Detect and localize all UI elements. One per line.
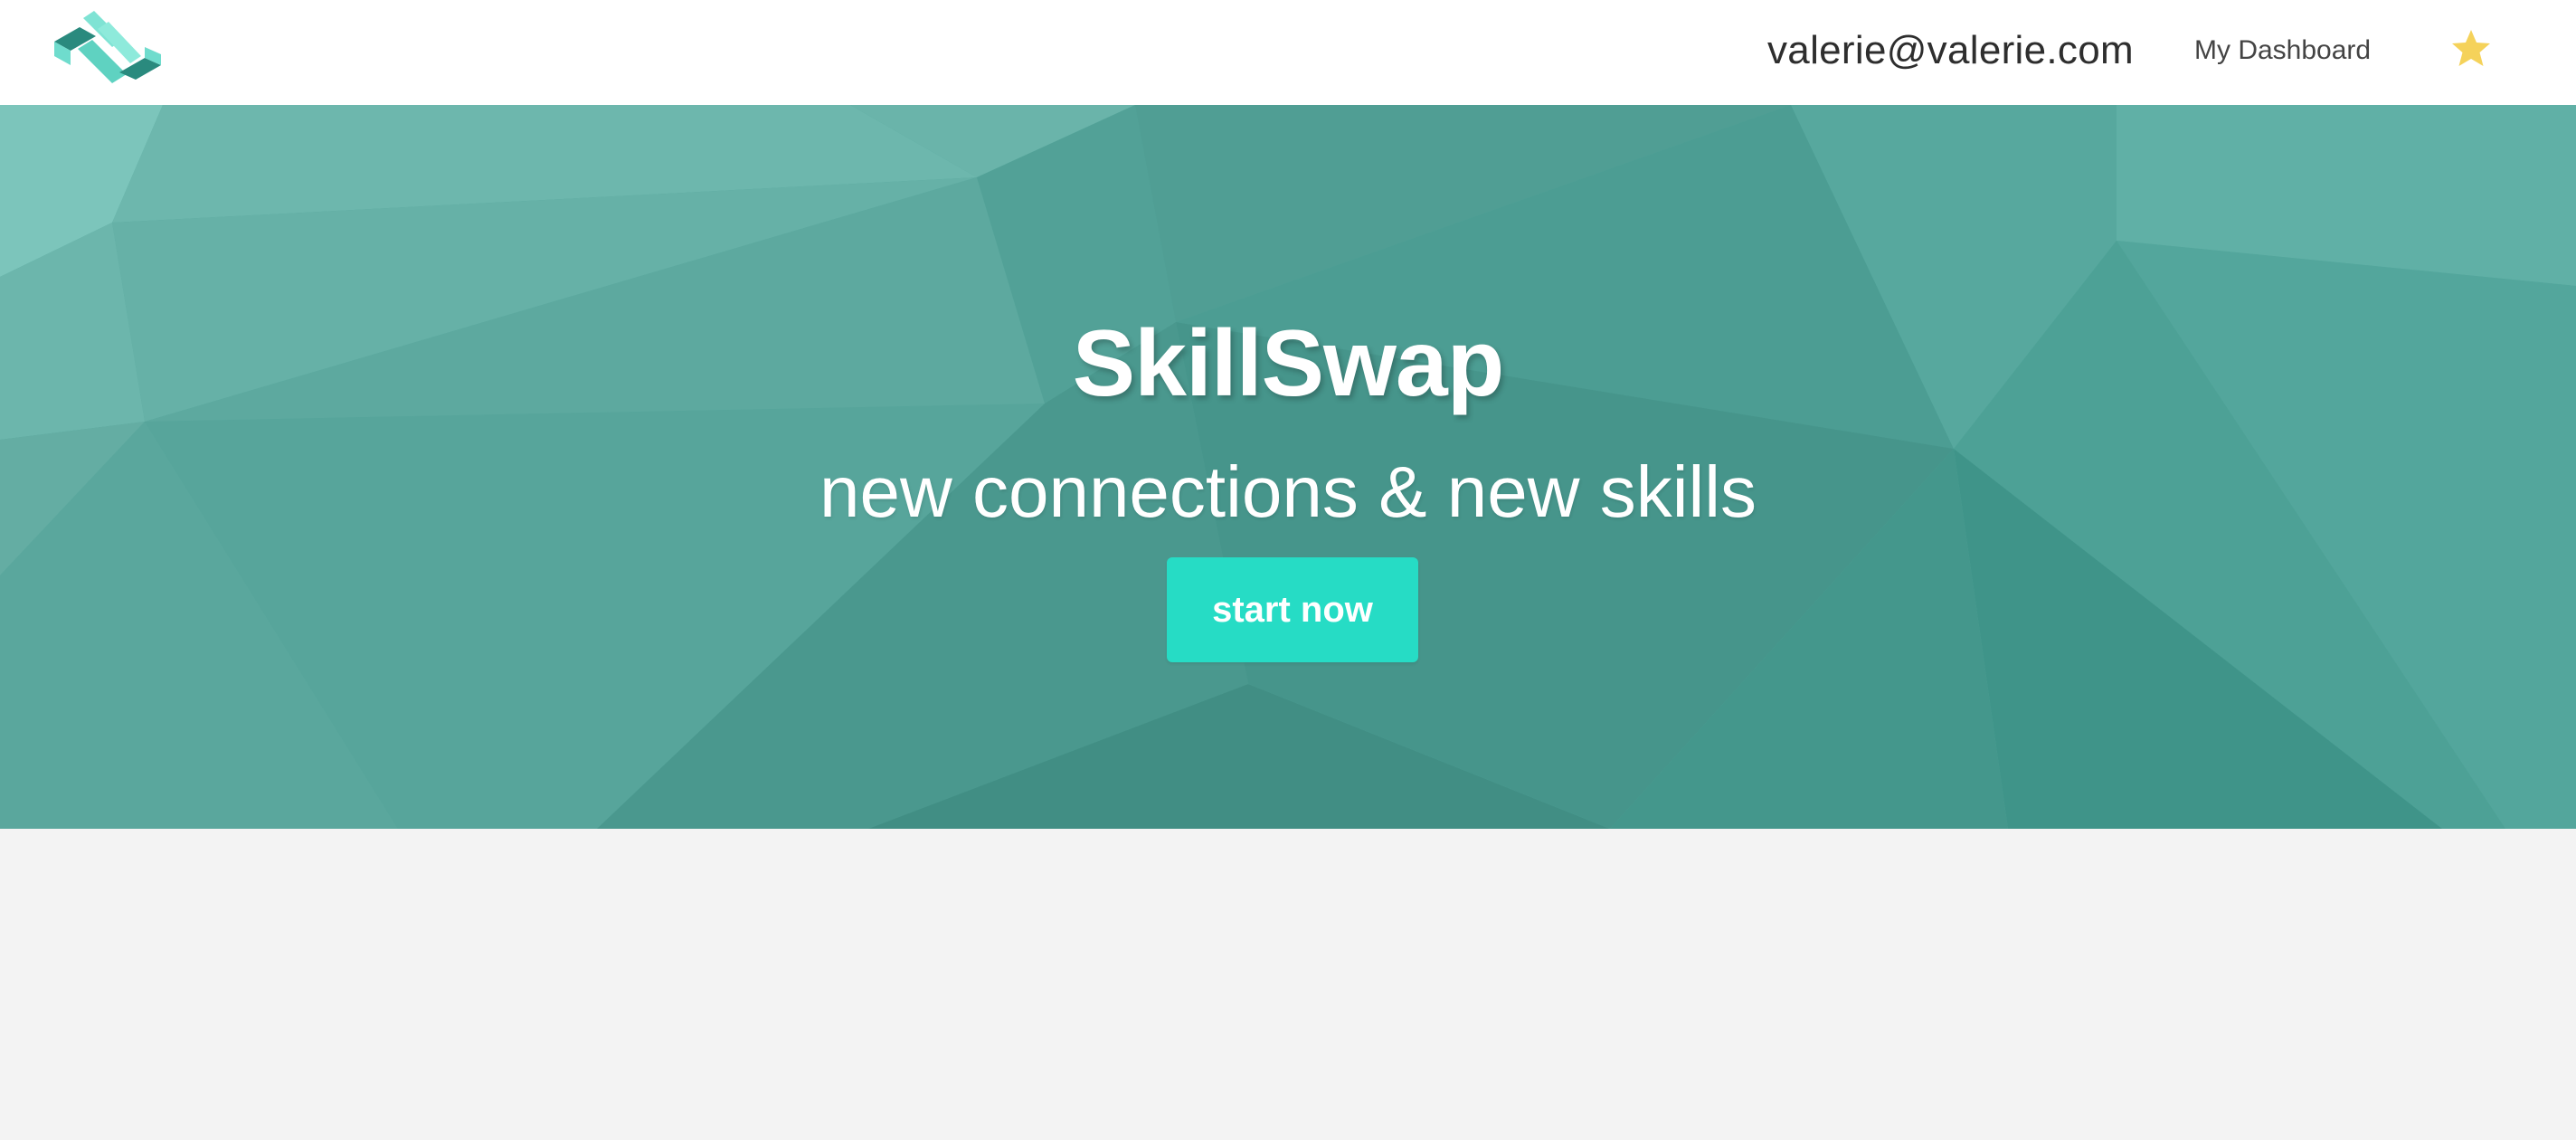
start-now-button[interactable]: start now [1167, 557, 1418, 662]
main-content-area [0, 829, 2576, 1140]
skillswap-logo-icon[interactable] [51, 9, 161, 94]
hero-title: SkillSwap [1072, 311, 1505, 416]
page: valerie@valerie.com My Dashboard SkillSw… [0, 0, 2576, 1140]
hero-subtitle: new connections & new skills [819, 451, 1757, 532]
top-navbar: valerie@valerie.com My Dashboard [0, 0, 2576, 105]
my-dashboard-link[interactable]: My Dashboard [2194, 33, 2371, 69]
user-email: valerie@valerie.com [1767, 28, 2134, 72]
star-icon[interactable] [2449, 27, 2493, 71]
hero-banner: SkillSwap new connections & new skills s… [0, 105, 2576, 829]
